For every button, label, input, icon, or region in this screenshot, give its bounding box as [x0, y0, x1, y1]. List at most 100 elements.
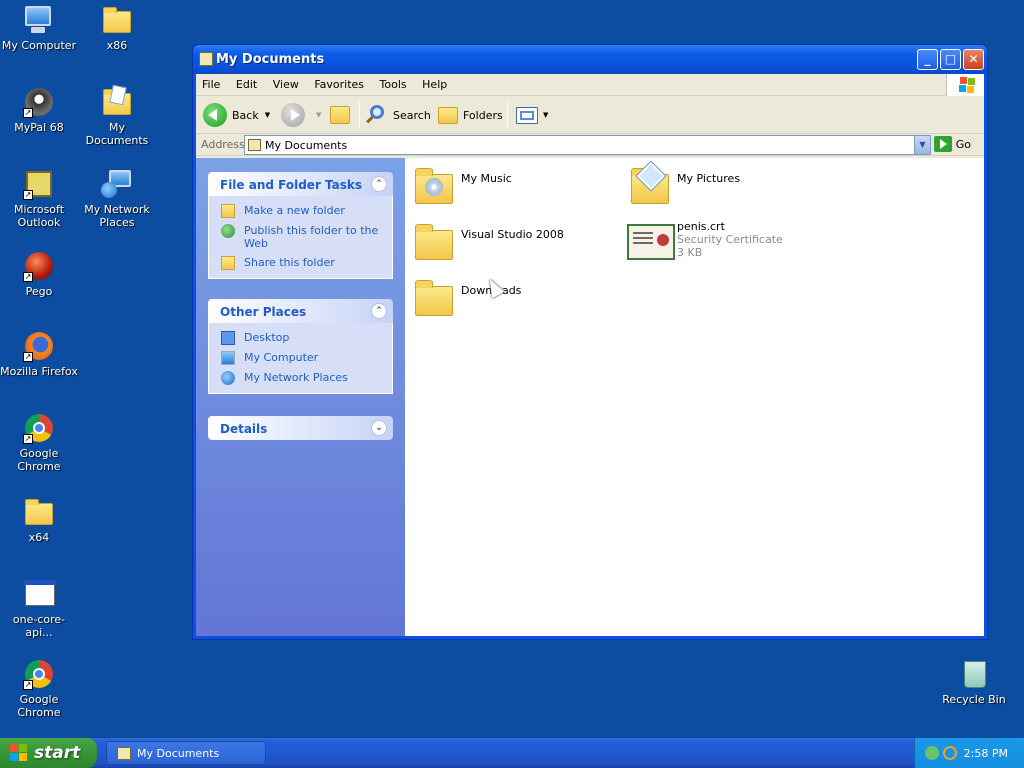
- pictures-folder-icon: [627, 161, 673, 210]
- address-input[interactable]: My Documents ▼: [244, 135, 931, 155]
- go-arrow-icon: [933, 136, 952, 152]
- taskbar: start My Documents 2:58 PM: [0, 738, 1024, 768]
- start-label: start: [34, 743, 81, 763]
- tray-search-icon[interactable]: [943, 746, 957, 760]
- place-my-computer[interactable]: My Computer: [221, 351, 392, 365]
- item-certificate[interactable]: penis.crt Security Certificate 3 KB: [627, 220, 783, 266]
- go-button[interactable]: Go: [933, 136, 971, 152]
- folder-icon: [411, 220, 457, 266]
- task-make-folder[interactable]: Make a new folder: [221, 204, 392, 218]
- collapse-chevron-icon[interactable]: ⌃: [371, 176, 387, 192]
- window-title: My Documents: [216, 52, 325, 67]
- desktop-icon-recycle-bin[interactable]: Recycle Bin: [935, 658, 1013, 706]
- panel-header[interactable]: Details ⌄: [208, 416, 393, 440]
- item-my-music[interactable]: My Music: [411, 164, 512, 210]
- task-share-folder[interactable]: Share this folder: [221, 256, 392, 270]
- desktop-icon-pego[interactable]: ↗ Pego: [0, 250, 78, 298]
- music-folder-icon: [411, 164, 457, 210]
- clock[interactable]: 2:58 PM: [964, 747, 1008, 760]
- desktop-icon-label: Pego: [25, 285, 53, 298]
- desktop-icon-my-documents[interactable]: My Documents: [78, 84, 156, 147]
- desktop-icon-chrome[interactable]: ↗ Google Chrome: [0, 412, 78, 473]
- panel-header[interactable]: Other Places ⌃: [208, 299, 393, 323]
- item-size: 3 KB: [677, 246, 703, 259]
- file-folder-tasks-panel: File and Folder Tasks ⌃ Make a new folde…: [208, 172, 393, 279]
- menu-bar: File Edit View Favorites Tools Help: [196, 74, 984, 96]
- share-folder-icon: [221, 256, 235, 270]
- recycle-bin-icon: [958, 658, 990, 690]
- address-dropdown-icon[interactable]: ▼: [914, 136, 930, 154]
- menu-help[interactable]: Help: [416, 74, 453, 95]
- window-client: File Edit View Favorites Tools Help Back…: [196, 74, 984, 636]
- place-label: My Computer: [244, 351, 319, 364]
- desktop-icon-chrome-2[interactable]: ↗ Google Chrome: [0, 658, 78, 719]
- my-computer-icon: [221, 351, 235, 365]
- address-value: My Documents: [265, 139, 348, 152]
- task-pane: File and Folder Tasks ⌃ Make a new folde…: [196, 158, 405, 636]
- window-app-icon: [23, 578, 55, 610]
- desktop-icon-x86[interactable]: x86: [78, 4, 156, 52]
- menu-favorites[interactable]: Favorites: [308, 74, 370, 95]
- expand-chevron-icon[interactable]: ⌄: [371, 420, 387, 436]
- my-computer-icon: [23, 4, 55, 36]
- desktop-icon-mypal[interactable]: ↗ MyPal 68: [0, 86, 78, 134]
- desktop-icon-label: Mozilla Firefox: [0, 365, 78, 378]
- item-my-pictures[interactable]: My Pictures: [627, 161, 740, 210]
- desktop-icon-firefox[interactable]: ↗ Mozilla Firefox: [0, 330, 78, 378]
- desktop-icon-outlook[interactable]: ↗ Microsoft Outlook: [0, 168, 78, 229]
- item-downloads[interactable]: Downloads: [411, 276, 521, 322]
- forward-dropdown-icon[interactable]: ▼: [316, 111, 321, 119]
- up-button[interactable]: [330, 101, 355, 129]
- desktop-icon-x64[interactable]: x64: [0, 496, 78, 544]
- task-label: Make a new folder: [244, 204, 345, 217]
- place-label: My Network Places: [244, 371, 348, 384]
- panel-title: Other Places: [220, 305, 307, 319]
- folders-button[interactable]: Folders: [438, 101, 503, 129]
- views-button[interactable]: ▼: [516, 101, 548, 129]
- desktop-icon-label: MyPal 68: [14, 121, 64, 134]
- search-icon: [364, 103, 388, 127]
- title-bar[interactable]: My Documents _ □ ✕: [193, 45, 987, 74]
- back-label: Back: [232, 108, 259, 122]
- chrome-icon: ↗: [23, 412, 55, 444]
- close-button[interactable]: ✕: [963, 49, 984, 70]
- address-bar: Address My Documents ▼ Go: [196, 134, 984, 156]
- item-name: penis.crt: [677, 220, 725, 233]
- search-button[interactable]: Search: [364, 101, 431, 129]
- item-visual-studio-2008[interactable]: Visual Studio 2008: [411, 220, 564, 266]
- taskbar-button-my-documents[interactable]: My Documents: [106, 741, 266, 765]
- tray-network-icon[interactable]: [925, 746, 939, 760]
- place-desktop[interactable]: Desktop: [221, 331, 392, 345]
- menu-tools[interactable]: Tools: [374, 74, 413, 95]
- task-label: Publish this folder to the Web: [244, 224, 379, 250]
- desktop-icon: [221, 331, 235, 345]
- file-list: My Music My Pictures Visual Studio 2008 …: [405, 158, 984, 636]
- minimize-button[interactable]: _: [917, 49, 938, 70]
- collapse-chevron-icon[interactable]: ⌃: [371, 303, 387, 319]
- desktop-icon-my-computer[interactable]: My Computer: [0, 4, 78, 52]
- menu-edit[interactable]: Edit: [230, 74, 263, 95]
- toolbar: Back ▼ ▼ Search Folders ▼: [196, 96, 984, 134]
- maximize-button[interactable]: □: [940, 49, 961, 70]
- desktop-icon-one-core-api[interactable]: one-core-api...: [0, 578, 78, 639]
- firefox-icon: ↗: [23, 330, 55, 362]
- panel-header[interactable]: File and Folder Tasks ⌃: [208, 172, 393, 196]
- mypal-icon: ↗: [23, 86, 55, 118]
- menu-view[interactable]: View: [267, 74, 305, 95]
- system-tray: 2:58 PM: [914, 738, 1024, 768]
- back-button[interactable]: Back ▼: [203, 101, 270, 129]
- place-network[interactable]: My Network Places: [221, 371, 392, 385]
- menu-file[interactable]: File: [196, 74, 226, 95]
- task-publish-web[interactable]: Publish this folder to the Web: [221, 224, 392, 250]
- desktop-icon-label: x64: [28, 531, 50, 544]
- back-dropdown-icon[interactable]: ▼: [265, 111, 270, 119]
- folder-icon: [411, 276, 457, 322]
- publish-web-icon: [221, 224, 235, 238]
- desktop-icon-network-places[interactable]: My Network Places: [78, 168, 156, 229]
- forward-button[interactable]: ▼: [281, 101, 321, 129]
- start-button[interactable]: start: [0, 738, 97, 768]
- certificate-icon: [627, 220, 675, 266]
- desktop-icon-label: My Computer: [1, 39, 77, 52]
- network-places-icon: [101, 168, 133, 200]
- item-type: Security Certificate: [677, 233, 783, 246]
